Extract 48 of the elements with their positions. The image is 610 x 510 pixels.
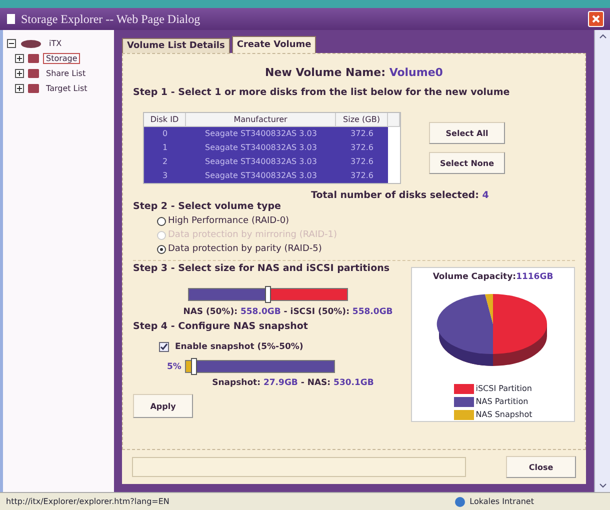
snapshot-summary: Snapshot: 27.9GB - NAS: 530.1GB: [212, 378, 374, 388]
table-cell: 3: [144, 169, 186, 183]
table-cell: Seagate ST3400832AS 3.03: [186, 155, 336, 169]
capacity-title: Volume Capacity:1116GB: [432, 272, 554, 282]
tab[interactable]: Volume List Details: [122, 38, 230, 53]
select-button[interactable]: Select All: [429, 122, 505, 144]
legend-label: NAS Snapshot: [476, 410, 532, 419]
table-cell: 372.6: [336, 155, 388, 169]
table-cell: Seagate ST3400832AS 3.03: [186, 141, 336, 155]
table-cell: 2: [144, 155, 186, 169]
table-cell: 372.6: [336, 127, 388, 141]
tab[interactable]: Create Volume: [232, 36, 316, 53]
table-row[interactable]: 2 Seagate ST3400832AS 3.03 372.6: [144, 155, 400, 169]
status-url: http://itx/Explorer/explorer.htm?lang=EN: [6, 497, 170, 506]
table-cell: Seagate ST3400832AS 3.03: [186, 169, 336, 183]
partition-summary: NAS (50%): 558.0GB - iSCSI (50%): 558.0GB: [183, 307, 393, 317]
step-title: Step 1 - Select 1 or more disks from the list below for the new volume: [133, 87, 511, 98]
table-cell: Seagate ST3400832AS 3.03: [186, 127, 336, 141]
table-row[interactable]: 1 Seagate ST3400832AS 3.03 372.6: [144, 141, 400, 155]
table-row[interactable]: 0 Seagate ST3400832AS 3.03 372.6: [144, 127, 400, 141]
column-header: Manufacturer: [186, 113, 336, 127]
column-header: Size (GB): [336, 113, 388, 127]
radio-label: Data protection by parity (RAID-5): [168, 244, 322, 254]
step-title: Step 3 - Select size for NAS and iSCSI partitions: [133, 263, 391, 274]
legend-label: NAS Partition: [476, 397, 528, 406]
tree-item[interactable]: Share List: [43, 68, 89, 79]
volume-name-heading: New Volume Name: Volume0: [264, 66, 444, 79]
close-dialog-button[interactable]: Close: [506, 456, 576, 478]
table-row[interactable]: 3 Seagate ST3400832AS 3.03 372.6: [144, 169, 400, 183]
checkbox-label: Enable snapshot (5%-50%): [175, 342, 304, 352]
slider-value: 5%: [167, 362, 182, 372]
tree-item[interactable]: Target List: [43, 83, 90, 94]
table-cell: 0: [144, 127, 186, 141]
tree-item[interactable]: iTX: [46, 38, 65, 49]
step-title: Step 4 - Configure NAS snapshot: [133, 321, 309, 332]
total-disks-text: Total number of disks selected: 4: [311, 190, 490, 201]
column-header: Disk ID: [144, 113, 186, 127]
radio-label: High Performance (RAID-0): [168, 216, 290, 226]
status-zone: Lokales Intranet: [470, 497, 534, 506]
window-title: Storage Explorer -- Web Page Dialog: [21, 12, 200, 26]
step-title: Step 2 - Select volume type: [133, 201, 282, 212]
table-cell: 372.6: [336, 169, 388, 183]
legend-label: iSCSI Partition: [476, 384, 532, 393]
table-cell: 372.6: [336, 141, 388, 155]
select-button[interactable]: Select None: [429, 152, 505, 174]
tree-item[interactable]: Storage: [43, 53, 80, 64]
table-cell: 1: [144, 141, 186, 155]
apply-button[interactable]: Apply: [133, 394, 193, 418]
